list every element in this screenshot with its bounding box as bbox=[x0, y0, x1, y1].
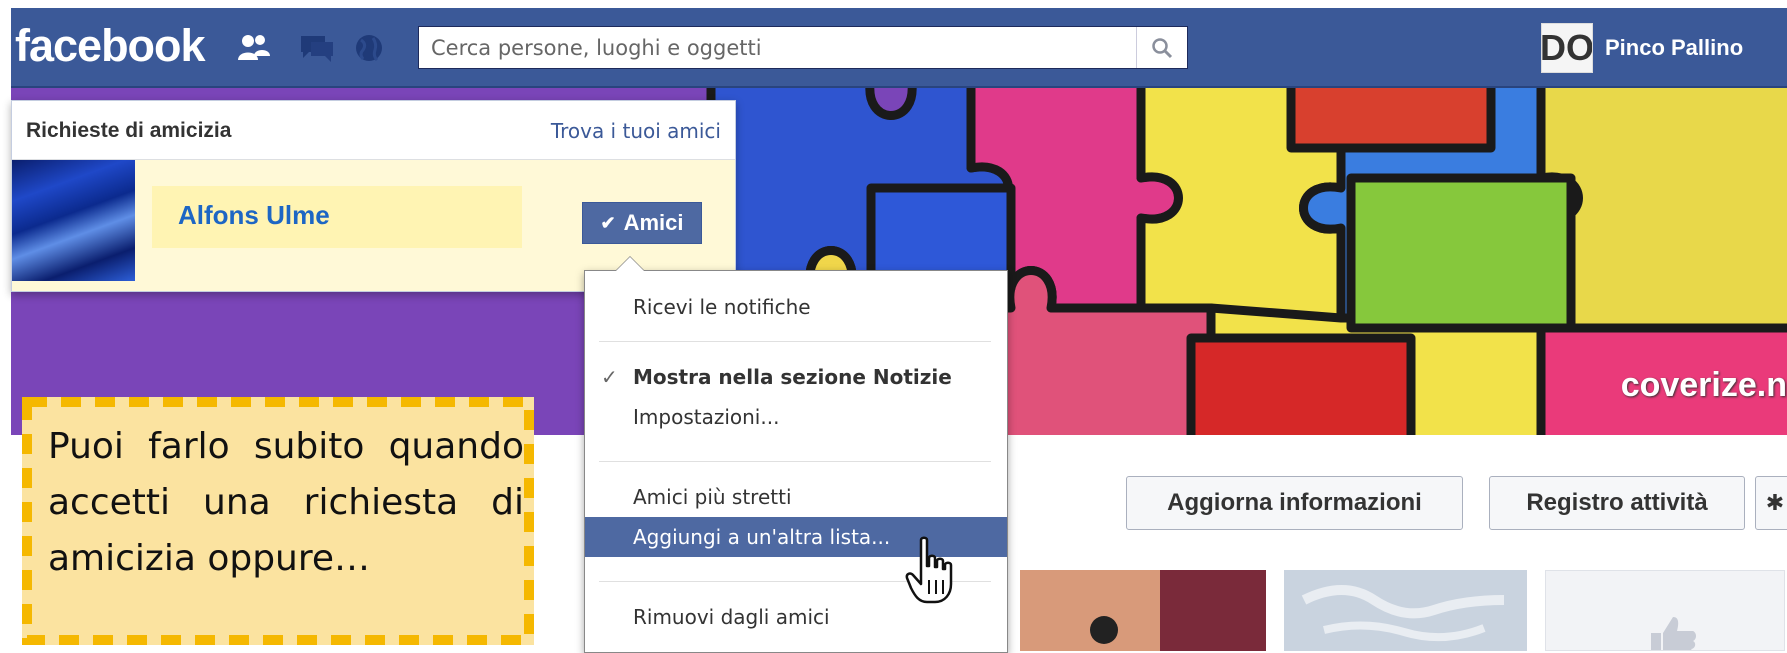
friend-requests-title: Richieste di amicizia bbox=[26, 119, 232, 142]
menu-item-label: Amici più stretti bbox=[633, 485, 792, 509]
photos-thumbnail[interactable] bbox=[1020, 570, 1266, 651]
photo-detail bbox=[1160, 570, 1266, 651]
hand-pointer-cursor-icon bbox=[905, 536, 953, 604]
menu-item-label: Aggiungi a un'altra lista... bbox=[633, 525, 891, 549]
friend-requests-icon[interactable] bbox=[236, 32, 272, 64]
cover-watermark: coverize.n bbox=[1620, 366, 1787, 404]
menu-divider bbox=[599, 461, 991, 462]
menu-item-label: Ricevi le notifiche bbox=[633, 295, 811, 319]
user-name: Pinco Pallino bbox=[1605, 34, 1744, 60]
request-name-link[interactable]: Alfons Ulme bbox=[178, 200, 330, 231]
settings-gear-button[interactable]: ✱ bbox=[1755, 476, 1787, 530]
menu-divider bbox=[599, 341, 991, 342]
likes-thumbnail[interactable] bbox=[1545, 570, 1785, 651]
map-image bbox=[1301, 585, 1505, 642]
map-thumbnail[interactable] bbox=[1284, 570, 1527, 651]
menu-item-settings[interactable]: Impostazioni... bbox=[585, 397, 1007, 437]
messages-icon[interactable] bbox=[299, 32, 335, 64]
menu-caret bbox=[615, 256, 645, 271]
photo-object bbox=[1090, 616, 1118, 644]
request-avatar[interactable] bbox=[12, 160, 135, 281]
friends-button[interactable]: ✔ Amici bbox=[582, 202, 702, 244]
find-friends-link[interactable]: Trova i tuoi amici bbox=[551, 119, 721, 143]
top-bar: facebook DO Pinco Pall bbox=[11, 8, 1787, 88]
search-box bbox=[418, 26, 1188, 69]
menu-item-label: Mostra nella sezione Notizie bbox=[633, 365, 952, 389]
avatar: DO bbox=[1541, 22, 1593, 73]
menu-item-label: Impostazioni... bbox=[633, 405, 780, 429]
callout-text: Puoi farlo subito quando accetti una ric… bbox=[48, 426, 524, 579]
friend-requests-header: Richieste di amicizia Trova i tuoi amici bbox=[12, 101, 735, 160]
update-info-button[interactable]: Aggiorna informazioni bbox=[1126, 476, 1463, 530]
like-thumb-icon bbox=[1651, 617, 1696, 650]
notifications-globe-icon[interactable] bbox=[351, 32, 387, 64]
check-icon: ✔ bbox=[600, 212, 616, 233]
request-name-box: Alfons Ulme bbox=[152, 186, 522, 248]
search-button[interactable] bbox=[1136, 27, 1187, 68]
checkmark-icon: ✓ bbox=[601, 365, 618, 389]
search-input[interactable] bbox=[419, 27, 1129, 68]
menu-item-label: Rimuovi dagli amici bbox=[633, 605, 830, 629]
user-profile-link[interactable]: DO Pinco Pallino bbox=[1541, 20, 1743, 75]
friends-button-label: Amici bbox=[623, 210, 684, 235]
menu-item-show-in-news-feed[interactable]: ✓ Mostra nella sezione Notizie bbox=[585, 357, 1007, 397]
menu-item-close-friends[interactable]: Amici più stretti bbox=[585, 477, 1007, 517]
facebook-logo[interactable]: facebook bbox=[15, 20, 206, 72]
tutorial-callout: Puoi farlo subito quando accetti una ric… bbox=[22, 397, 534, 645]
menu-item-notifications[interactable]: Ricevi le notifiche bbox=[585, 287, 1007, 327]
gear-icon: ✱ bbox=[1765, 490, 1785, 516]
search-icon bbox=[1152, 37, 1173, 58]
activity-log-button[interactable]: Registro attività bbox=[1489, 476, 1745, 530]
